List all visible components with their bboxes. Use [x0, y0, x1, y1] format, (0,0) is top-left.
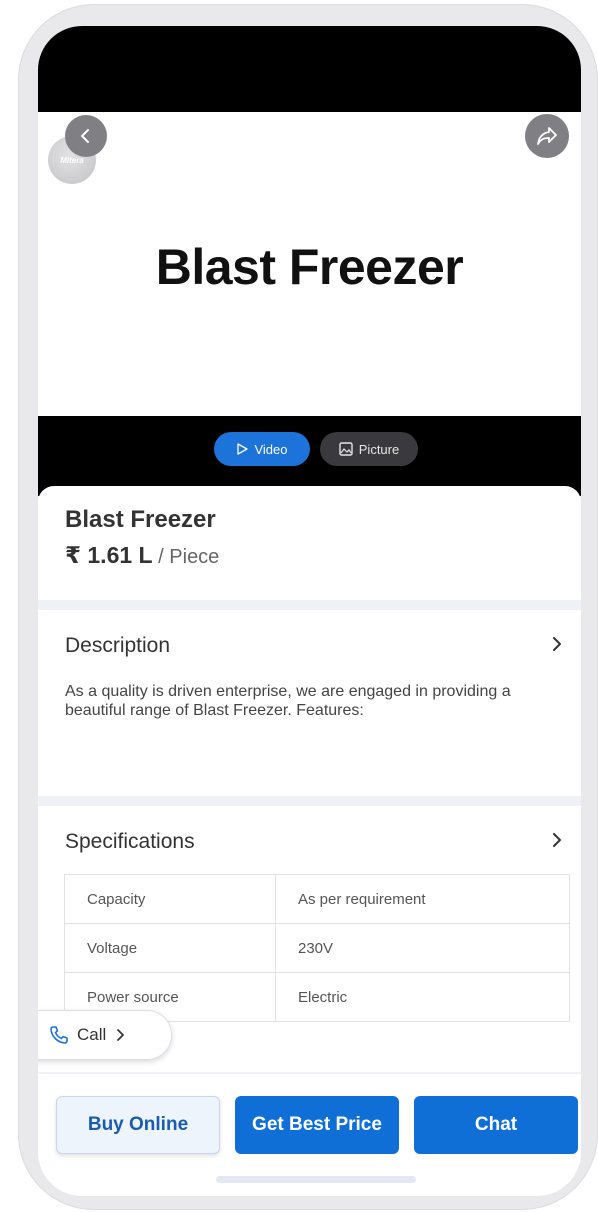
media-tabs: Video Picture	[38, 416, 581, 496]
price-value: ₹ 1.61 L	[65, 542, 153, 568]
product-price: ₹ 1.61 L / Piece	[65, 542, 219, 569]
share-button[interactable]	[525, 114, 569, 158]
bottom-action-bar: Buy Online Get Best Price Chat	[38, 1074, 581, 1196]
tab-picture[interactable]: Picture	[320, 432, 418, 466]
home-indicator	[216, 1176, 416, 1183]
chevron-right-icon	[117, 1029, 125, 1041]
chat-button[interactable]: Chat	[414, 1096, 578, 1154]
specifications-table: Capacity As per requirement Voltage 230V…	[64, 874, 570, 1022]
tab-picture-label: Picture	[358, 441, 400, 457]
buy-online-button[interactable]: Buy Online	[56, 1096, 220, 1154]
play-outline-icon	[237, 443, 249, 455]
status-bar	[38, 26, 581, 112]
call-label: Call	[77, 1025, 107, 1044]
get-best-price-button[interactable]: Get Best Price	[235, 1096, 399, 1154]
spec-value: As per requirement	[275, 874, 570, 924]
app-screen: Blast Freezer Mitera Video Picture Blast…	[38, 26, 581, 1196]
phone-icon	[50, 1026, 68, 1044]
description-title: Description	[65, 634, 171, 657]
product-media: Blast Freezer	[38, 112, 581, 416]
spec-label: Voltage	[64, 923, 276, 973]
tab-video[interactable]: Video	[214, 432, 310, 466]
media-title: Blast Freezer	[155, 239, 464, 295]
product-summary: Blast Freezer ₹ 1.61 L / Piece	[38, 486, 581, 600]
spec-label: Capacity	[64, 874, 276, 924]
product-name: Blast Freezer	[65, 506, 216, 533]
call-button[interactable]: Call	[38, 1010, 172, 1060]
price-unit: / Piece	[152, 546, 220, 568]
chevron-right-icon[interactable]	[547, 828, 567, 852]
table-row: Voltage 230V	[64, 923, 570, 973]
table-row: Capacity As per requirement	[64, 874, 570, 924]
share-arrow-icon	[537, 127, 557, 145]
chevron-left-icon	[81, 129, 89, 143]
back-button[interactable]	[65, 115, 107, 157]
chevron-right-icon[interactable]	[547, 632, 567, 656]
image-icon	[339, 442, 353, 456]
tab-video-label: Video	[254, 441, 288, 457]
description-text: As a quality is driven enterprise, we ar…	[65, 683, 511, 719]
spec-value: 230V	[275, 923, 570, 973]
specifications-title: Specifications	[65, 830, 195, 853]
description-section[interactable]: Description As a quality is driven enter…	[38, 610, 581, 796]
spec-value: Electric	[275, 972, 570, 1022]
